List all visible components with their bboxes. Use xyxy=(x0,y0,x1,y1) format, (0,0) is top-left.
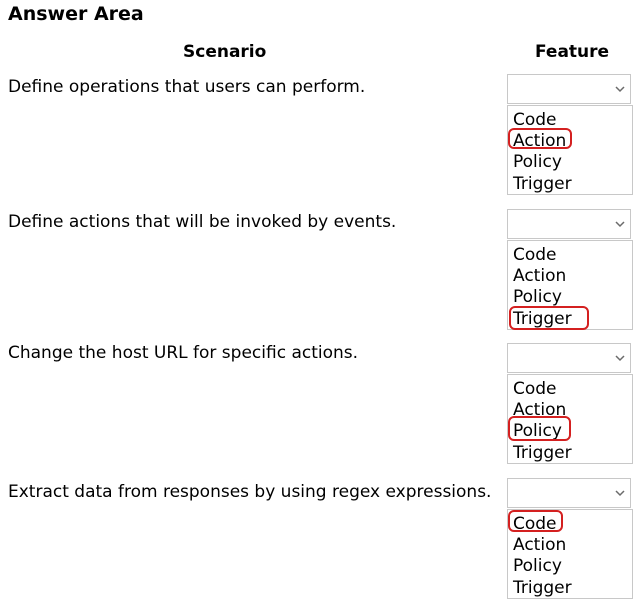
option-policy[interactable]: Policy xyxy=(513,287,562,308)
feature-options-list: Code Action Policy Trigger xyxy=(507,509,633,599)
scenario-text: Define actions that will be invoked by e… xyxy=(8,212,397,232)
feature-options-list: Code Action Policy Trigger xyxy=(507,105,633,195)
feature-dropdown[interactable] xyxy=(507,209,631,239)
selected-answer-highlight xyxy=(508,510,563,532)
scenario-text: Define operations that users can perform… xyxy=(8,77,366,97)
option-trigger[interactable]: Trigger xyxy=(513,174,572,195)
option-code[interactable]: Code xyxy=(513,245,557,266)
feature-dropdown[interactable] xyxy=(507,343,631,373)
feature-options-list: Code Action Policy Trigger xyxy=(507,374,633,464)
feature-options-list: Code Action Policy Trigger xyxy=(507,240,633,330)
scenario-column-header: Scenario xyxy=(183,42,267,62)
chevron-down-icon xyxy=(614,84,626,94)
chevron-down-icon xyxy=(614,488,626,498)
chevron-down-icon xyxy=(614,353,626,363)
selected-answer-highlight xyxy=(508,128,572,149)
scenario-text: Extract data from responses by using reg… xyxy=(8,482,492,502)
option-code[interactable]: Code xyxy=(513,379,557,400)
option-policy[interactable]: Policy xyxy=(513,152,562,173)
selected-answer-highlight xyxy=(509,306,589,330)
option-action[interactable]: Action xyxy=(513,266,566,287)
option-action[interactable]: Action xyxy=(513,535,566,556)
feature-dropdown[interactable] xyxy=(507,478,631,508)
option-policy[interactable]: Policy xyxy=(513,556,562,577)
option-trigger[interactable]: Trigger xyxy=(513,443,572,464)
scenario-text: Change the host URL for specific actions… xyxy=(8,343,359,363)
selected-answer-highlight xyxy=(508,416,571,441)
chevron-down-icon xyxy=(614,219,626,229)
answer-area-title: Answer Area xyxy=(8,3,144,25)
feature-dropdown[interactable] xyxy=(507,74,631,104)
feature-column-header: Feature xyxy=(535,42,610,62)
option-trigger[interactable]: Trigger xyxy=(513,578,572,599)
